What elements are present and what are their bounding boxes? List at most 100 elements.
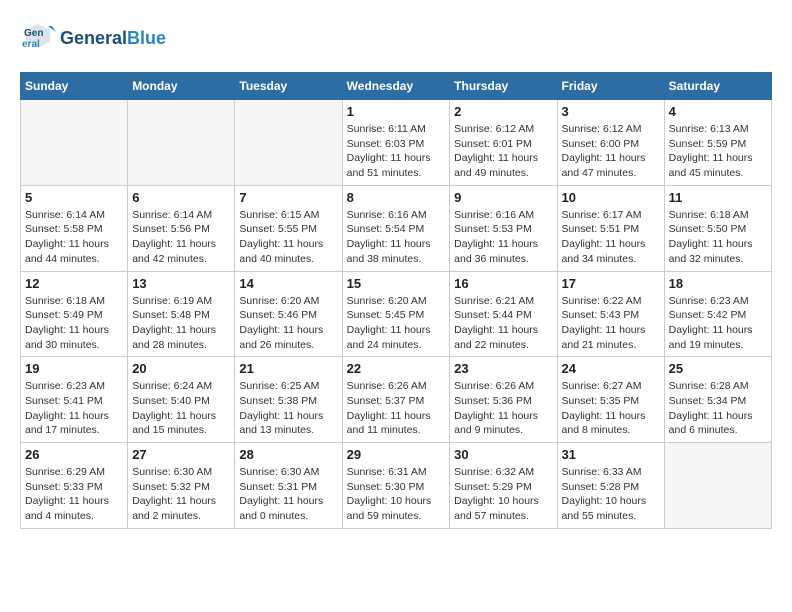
header: Gen eral GeneralBlue [20,20,772,56]
calendar-cell: 27 Sunrise: 6:30 AM Sunset: 5:32 PM Dayli… [128,443,235,529]
day-info: Sunrise: 6:18 AM Sunset: 5:50 PM Dayligh… [669,208,767,267]
day-number: 29 [347,447,446,462]
day-number: 12 [25,276,123,291]
day-info: Sunrise: 6:20 AM Sunset: 5:45 PM Dayligh… [347,294,446,353]
calendar-cell: 30 Sunrise: 6:32 AM Sunset: 5:29 PM Dayli… [450,443,557,529]
day-info: Sunrise: 6:23 AM Sunset: 5:41 PM Dayligh… [25,379,123,438]
day-number: 3 [562,104,660,119]
day-info: Sunrise: 6:22 AM Sunset: 5:43 PM Dayligh… [562,294,660,353]
day-number: 21 [239,361,337,376]
day-number: 7 [239,190,337,205]
calendar: SundayMondayTuesdayWednesdayThursdayFrid… [20,72,772,529]
calendar-cell: 11 Sunrise: 6:18 AM Sunset: 5:50 PM Dayli… [664,185,771,271]
calendar-cell: 5 Sunrise: 6:14 AM Sunset: 5:58 PM Daylig… [21,185,128,271]
day-info: Sunrise: 6:12 AM Sunset: 6:01 PM Dayligh… [454,122,552,181]
calendar-cell: 7 Sunrise: 6:15 AM Sunset: 5:55 PM Daylig… [235,185,342,271]
logo: Gen eral GeneralBlue [20,20,166,56]
calendar-week-row: 26 Sunrise: 6:29 AM Sunset: 5:33 PM Dayli… [21,443,772,529]
day-info: Sunrise: 6:19 AM Sunset: 5:48 PM Dayligh… [132,294,230,353]
day-number: 16 [454,276,552,291]
day-number: 9 [454,190,552,205]
day-number: 4 [669,104,767,119]
day-info: Sunrise: 6:16 AM Sunset: 5:54 PM Dayligh… [347,208,446,267]
day-info: Sunrise: 6:29 AM Sunset: 5:33 PM Dayligh… [25,465,123,524]
calendar-cell: 29 Sunrise: 6:31 AM Sunset: 5:30 PM Dayli… [342,443,450,529]
calendar-cell: 3Sunrise: 6:12 AM Sunset: 6:00 PM Daylig… [557,100,664,186]
calendar-cell: 2 Sunrise: 6:12 AM Sunset: 6:01 PM Daylig… [450,100,557,186]
calendar-cell [235,100,342,186]
calendar-cell: 6 Sunrise: 6:14 AM Sunset: 5:56 PM Daylig… [128,185,235,271]
day-number: 2 [454,104,552,119]
logo-blue: Blue [127,28,166,48]
calendar-cell: 24 Sunrise: 6:27 AM Sunset: 5:35 PM Dayli… [557,357,664,443]
day-info: Sunrise: 6:33 AM Sunset: 5:28 PM Dayligh… [562,465,660,524]
weekday-header: Thursday [450,73,557,100]
calendar-week-row: 19 Sunrise: 6:23 AM Sunset: 5:41 PM Dayli… [21,357,772,443]
weekday-header: Monday [128,73,235,100]
day-info: Sunrise: 6:30 AM Sunset: 5:32 PM Dayligh… [132,465,230,524]
day-info: Sunrise: 6:27 AM Sunset: 5:35 PM Dayligh… [562,379,660,438]
day-number: 1 [347,104,446,119]
day-number: 14 [239,276,337,291]
day-info: Sunrise: 6:17 AM Sunset: 5:51 PM Dayligh… [562,208,660,267]
day-number: 30 [454,447,552,462]
weekday-header: Saturday [664,73,771,100]
day-info: Sunrise: 6:23 AM Sunset: 5:42 PM Dayligh… [669,294,767,353]
day-info: Sunrise: 6:13 AM Sunset: 5:59 PM Dayligh… [669,122,767,181]
day-info: Sunrise: 6:31 AM Sunset: 5:30 PM Dayligh… [347,465,446,524]
day-number: 23 [454,361,552,376]
svg-text:eral: eral [22,39,40,50]
day-number: 26 [25,447,123,462]
day-number: 17 [562,276,660,291]
weekday-header: Wednesday [342,73,450,100]
day-info: Sunrise: 6:16 AM Sunset: 5:53 PM Dayligh… [454,208,552,267]
day-info: Sunrise: 6:14 AM Sunset: 5:56 PM Dayligh… [132,208,230,267]
calendar-week-row: 12 Sunrise: 6:18 AM Sunset: 5:49 PM Dayli… [21,271,772,357]
calendar-cell: 12 Sunrise: 6:18 AM Sunset: 5:49 PM Dayli… [21,271,128,357]
calendar-week-row: 5 Sunrise: 6:14 AM Sunset: 5:58 PM Daylig… [21,185,772,271]
calendar-cell: 8Sunrise: 6:16 AM Sunset: 5:54 PM Daylig… [342,185,450,271]
day-number: 11 [669,190,767,205]
day-number: 22 [347,361,446,376]
logo-general: General [60,28,127,48]
day-info: Sunrise: 6:21 AM Sunset: 5:44 PM Dayligh… [454,294,552,353]
logo-icon: Gen eral [20,20,56,56]
day-number: 27 [132,447,230,462]
day-number: 31 [562,447,660,462]
day-number: 20 [132,361,230,376]
calendar-cell: 31 Sunrise: 6:33 AM Sunset: 5:28 PM Dayli… [557,443,664,529]
day-number: 28 [239,447,337,462]
day-info: Sunrise: 6:30 AM Sunset: 5:31 PM Dayligh… [239,465,337,524]
day-info: Sunrise: 6:28 AM Sunset: 5:34 PM Dayligh… [669,379,767,438]
calendar-cell: 18 Sunrise: 6:23 AM Sunset: 5:42 PM Dayli… [664,271,771,357]
weekday-header: Friday [557,73,664,100]
calendar-cell: 20 Sunrise: 6:24 AM Sunset: 5:40 PM Dayli… [128,357,235,443]
day-info: Sunrise: 6:14 AM Sunset: 5:58 PM Dayligh… [25,208,123,267]
day-info: Sunrise: 6:32 AM Sunset: 5:29 PM Dayligh… [454,465,552,524]
calendar-cell [664,443,771,529]
calendar-cell: 22 Sunrise: 6:26 AM Sunset: 5:37 PM Dayli… [342,357,450,443]
calendar-cell: 26 Sunrise: 6:29 AM Sunset: 5:33 PM Dayli… [21,443,128,529]
calendar-cell: 1Sunrise: 6:11 AM Sunset: 6:03 PM Daylig… [342,100,450,186]
day-info: Sunrise: 6:26 AM Sunset: 5:37 PM Dayligh… [347,379,446,438]
calendar-cell: 28 Sunrise: 6:30 AM Sunset: 5:31 PM Dayli… [235,443,342,529]
day-number: 5 [25,190,123,205]
day-number: 19 [25,361,123,376]
day-info: Sunrise: 6:24 AM Sunset: 5:40 PM Dayligh… [132,379,230,438]
day-number: 6 [132,190,230,205]
calendar-cell [128,100,235,186]
calendar-cell: 21Sunrise: 6:25 AM Sunset: 5:38 PM Dayli… [235,357,342,443]
calendar-cell: 25 Sunrise: 6:28 AM Sunset: 5:34 PM Dayli… [664,357,771,443]
day-info: Sunrise: 6:18 AM Sunset: 5:49 PM Dayligh… [25,294,123,353]
day-number: 18 [669,276,767,291]
day-number: 13 [132,276,230,291]
calendar-week-row: 1Sunrise: 6:11 AM Sunset: 6:03 PM Daylig… [21,100,772,186]
day-info: Sunrise: 6:15 AM Sunset: 5:55 PM Dayligh… [239,208,337,267]
calendar-cell: 9 Sunrise: 6:16 AM Sunset: 5:53 PM Daylig… [450,185,557,271]
weekday-header-row: SundayMondayTuesdayWednesdayThursdayFrid… [21,73,772,100]
weekday-header: Sunday [21,73,128,100]
day-number: 24 [562,361,660,376]
day-number: 25 [669,361,767,376]
day-info: Sunrise: 6:26 AM Sunset: 5:36 PM Dayligh… [454,379,552,438]
calendar-cell: 16 Sunrise: 6:21 AM Sunset: 5:44 PM Dayli… [450,271,557,357]
